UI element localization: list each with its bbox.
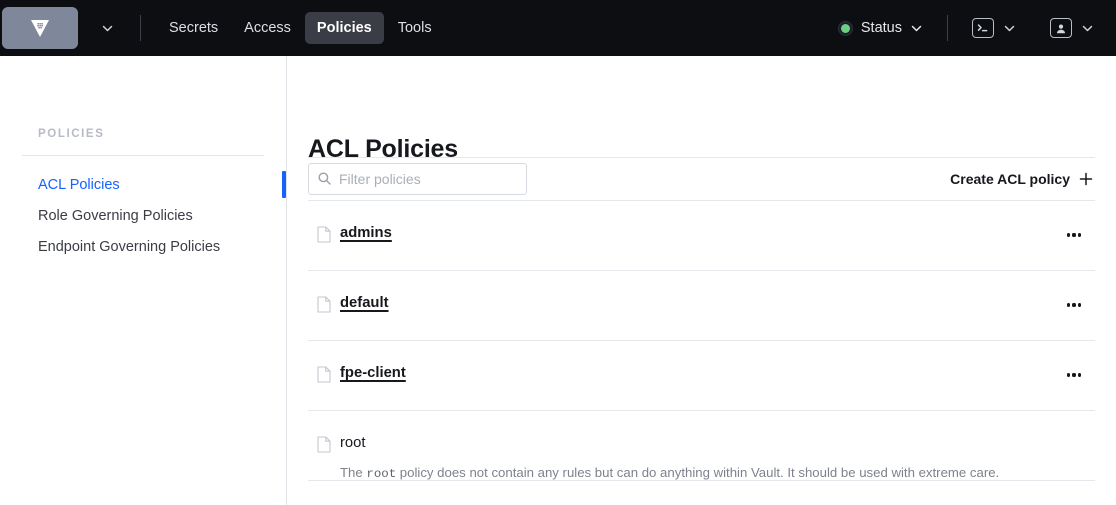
- terminal-icon: [972, 18, 994, 38]
- description-prefix: The: [340, 465, 367, 480]
- status-indicator-dot-icon: [837, 20, 853, 36]
- filter-policies-input[interactable]: [308, 163, 527, 195]
- create-acl-policy-label: Create ACL policy: [950, 171, 1070, 187]
- user-menu-button[interactable]: [1044, 14, 1100, 42]
- create-acl-policy-button[interactable]: Create ACL policy: [944, 170, 1095, 188]
- policy-row-root: root The root policy does not contain an…: [308, 411, 1095, 481]
- sidebar-heading: POLICIES: [38, 128, 105, 140]
- policy-row-menu-button[interactable]: [1061, 293, 1087, 317]
- policy-link[interactable]: admins: [340, 225, 392, 241]
- plus-icon: [1079, 172, 1093, 186]
- status-label: Status: [860, 20, 902, 36]
- document-icon: [317, 436, 331, 458]
- vault-policies-page: Secrets Access Policies Tools Status POL…: [0, 0, 1116, 505]
- vault-home-button[interactable]: [2, 7, 78, 49]
- active-indicator: [282, 171, 286, 198]
- search-icon: [317, 171, 332, 191]
- chevron-down-icon: [910, 22, 923, 35]
- policies-sidebar: POLICIES ACL Policies Role Governing Pol…: [0, 56, 287, 505]
- ellipsis-icon: [1078, 303, 1082, 307]
- sidebar-item-endpoint-governing-policies[interactable]: Endpoint Governing Policies: [0, 231, 287, 262]
- status-menu-button[interactable]: Status: [832, 16, 929, 40]
- main-content: ACL Policies Create ACL policy: [287, 56, 1116, 505]
- ellipsis-icon: [1072, 373, 1076, 377]
- vault-logo-icon: [27, 15, 53, 41]
- policy-name: root: [340, 435, 366, 451]
- sidebar-item-label: Endpoint Governing Policies: [38, 238, 221, 255]
- document-icon: [317, 366, 331, 388]
- policy-row-fpe-client: fpe-client: [308, 341, 1095, 411]
- ellipsis-icon: [1066, 303, 1070, 307]
- nav-link-tools[interactable]: Tools: [386, 12, 444, 44]
- chevron-down-icon: [1081, 22, 1094, 35]
- user-icon: [1050, 18, 1072, 38]
- ellipsis-icon: [1066, 233, 1070, 237]
- ellipsis-icon: [1072, 303, 1076, 307]
- top-navbar: Secrets Access Policies Tools Status: [0, 0, 1116, 56]
- primary-nav: Secrets Access Policies Tools: [157, 12, 444, 44]
- description-code: root: [366, 467, 397, 481]
- ellipsis-icon: [1078, 233, 1082, 237]
- sidebar-item-role-governing-policies[interactable]: Role Governing Policies: [0, 200, 287, 231]
- chevron-down-icon: [1003, 22, 1016, 35]
- policy-link[interactable]: default: [340, 295, 389, 311]
- sidebar-divider: [22, 155, 264, 156]
- namespace-picker-button[interactable]: [90, 11, 124, 45]
- policy-link[interactable]: fpe-client: [340, 365, 406, 381]
- console-toggle-button[interactable]: [966, 14, 1022, 42]
- ellipsis-icon: [1072, 233, 1076, 237]
- nav-link-policies[interactable]: Policies: [304, 12, 384, 44]
- navbar-divider: [140, 15, 141, 41]
- policy-row-default: default: [308, 271, 1095, 341]
- sidebar-nav-list: ACL Policies Role Governing Policies End…: [0, 169, 287, 262]
- document-icon: [317, 226, 331, 248]
- nav-link-access[interactable]: Access: [232, 12, 303, 44]
- policy-row-menu-button[interactable]: [1061, 223, 1087, 247]
- policies-list: admins default fpe-client root The root …: [308, 201, 1095, 481]
- ellipsis-icon: [1066, 373, 1070, 377]
- document-icon: [317, 296, 331, 318]
- description-suffix: policy does not contain any rules but ca…: [396, 465, 1000, 480]
- nav-link-secrets[interactable]: Secrets: [157, 12, 230, 44]
- sidebar-item-label: Role Governing Policies: [38, 207, 193, 224]
- filter-policies-wrapper: [308, 163, 527, 195]
- policies-toolbar: Create ACL policy: [308, 157, 1095, 201]
- chevron-down-icon: [101, 22, 114, 35]
- policy-row-menu-button[interactable]: [1061, 363, 1087, 387]
- navbar-right-group: Status: [832, 14, 1116, 42]
- ellipsis-icon: [1078, 373, 1082, 377]
- navbar-right-divider: [947, 15, 948, 41]
- sidebar-item-acl-policies[interactable]: ACL Policies: [0, 169, 287, 200]
- sidebar-item-label: ACL Policies: [38, 176, 120, 193]
- policy-row-admins: admins: [308, 201, 1095, 271]
- policy-description: The root policy does not contain any rul…: [340, 464, 1095, 483]
